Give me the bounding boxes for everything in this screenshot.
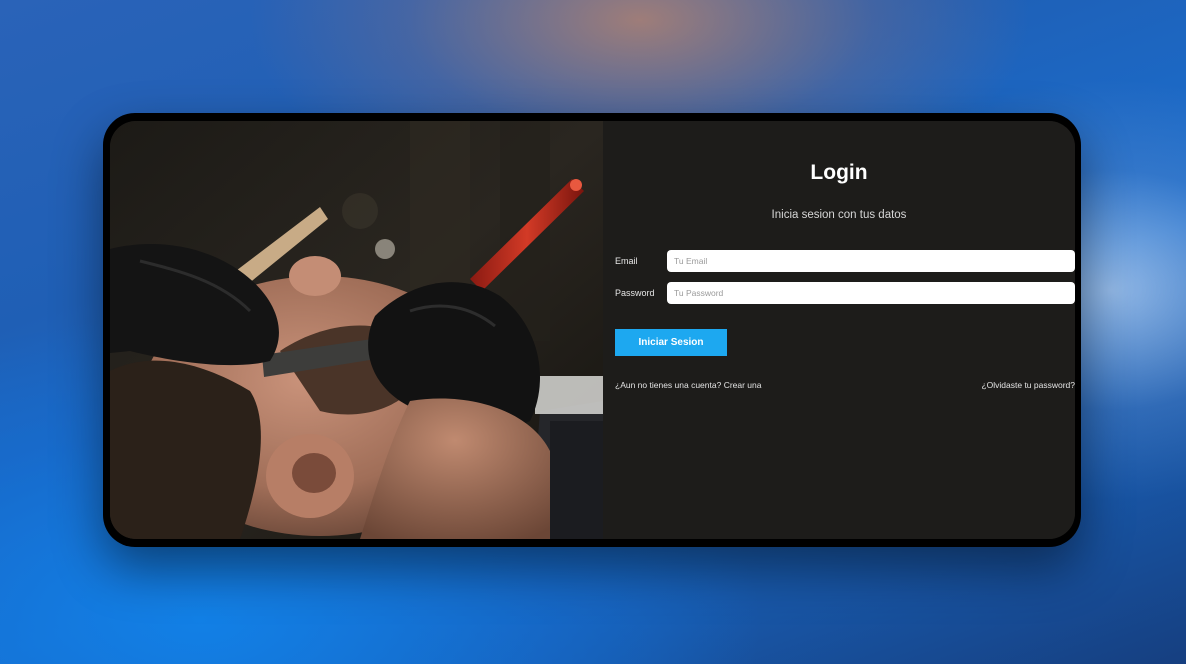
password-row: Password xyxy=(615,281,1075,304)
device-frame: Login Inicia sesion con tus datos Email … xyxy=(103,113,1081,547)
password-label: Password xyxy=(615,287,655,298)
forgot-password-link[interactable]: ¿Olvidaste tu password? xyxy=(981,380,1075,390)
email-row: Email xyxy=(615,249,1075,272)
login-subtitle: Inicia sesion con tus datos xyxy=(771,209,907,221)
email-field[interactable] xyxy=(667,249,1075,272)
create-account-link[interactable]: ¿Aun no tienes una cuenta? Crear una xyxy=(615,380,762,390)
email-label: Email xyxy=(615,255,638,266)
app-screen: Login Inicia sesion con tus datos Email … xyxy=(110,121,1075,539)
login-submit-button[interactable]: Iniciar Sesion xyxy=(615,329,727,356)
password-field[interactable] xyxy=(667,281,1075,304)
login-title: Login xyxy=(810,161,868,184)
barber-hero-image xyxy=(110,121,603,539)
login-panel: Login Inicia sesion con tus datos Email … xyxy=(603,121,1075,539)
